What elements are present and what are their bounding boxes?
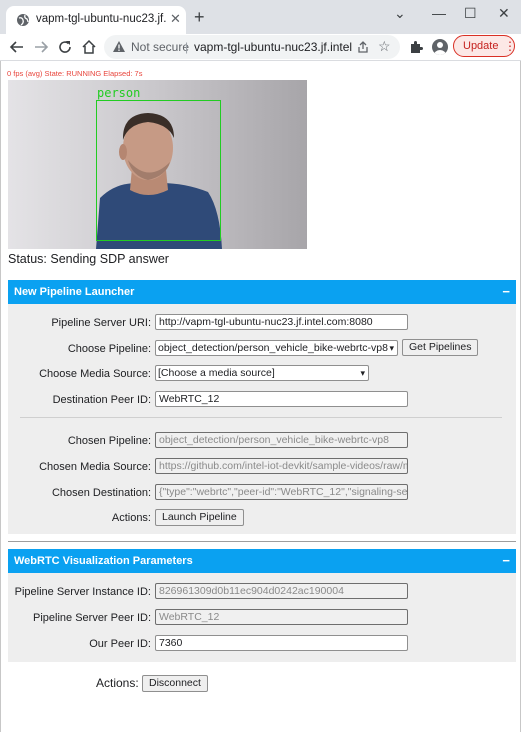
chosen-dest-label: Chosen Destination: bbox=[51, 487, 151, 499]
close-icon[interactable]: ✕ bbox=[170, 12, 181, 26]
address-bar[interactable]: Not secure | vapm-tgl-ubuntu-nuc23.jf.in… bbox=[104, 35, 400, 59]
server-peer-field[interactable]: WebRTC_12 bbox=[155, 609, 408, 625]
webrtc-panel-body: Pipeline Server Instance ID: 826961309d0… bbox=[8, 573, 516, 662]
dest-peer-input[interactable]: WebRTC_12 bbox=[155, 391, 408, 407]
launcher-divider bbox=[20, 417, 502, 418]
stats-line: 0 fps (avg) State: RUNNING Elapsed: 7s bbox=[7, 69, 143, 78]
chosen-pipeline-field[interactable]: object_detection/person_vehicle_bike-web… bbox=[155, 432, 408, 448]
back-icon[interactable] bbox=[8, 38, 26, 56]
detection-box bbox=[96, 100, 221, 241]
disconnect-button[interactable]: Disconnect bbox=[142, 675, 208, 692]
omnibox-separator: | bbox=[185, 40, 189, 54]
launcher-panel-header[interactable]: New Pipeline Launcher − bbox=[8, 280, 516, 304]
bottom-actions-label: Actions: bbox=[96, 676, 139, 690]
webrtc-panel-header[interactable]: WebRTC Visualization Parameters − bbox=[8, 549, 516, 573]
choose-media-label: Choose Media Source: bbox=[39, 368, 151, 380]
status-text: Status: Sending SDP answer bbox=[8, 252, 169, 266]
launcher-actions-label: Actions: bbox=[111, 512, 151, 524]
webrtc-panel-title: WebRTC Visualization Parameters bbox=[14, 555, 193, 567]
section-divider bbox=[8, 541, 516, 542]
tab-title: vapm-tgl-ubuntu-nuc23.jf.intel.com bbox=[36, 13, 166, 25]
maximize-button[interactable]: ☐ bbox=[464, 5, 477, 21]
home-icon[interactable] bbox=[80, 38, 98, 56]
browser-toolbar: Not secure | vapm-tgl-ubuntu-nuc23.jf.in… bbox=[0, 34, 521, 60]
media-source-select-value: [Choose a media source] bbox=[158, 367, 275, 379]
menu-icon[interactable]: ⋮ bbox=[504, 36, 516, 56]
server-uri-label: Pipeline Server URI: bbox=[51, 317, 151, 329]
server-peer-label: Pipeline Server Peer ID: bbox=[33, 612, 151, 624]
minimize-button[interactable]: — bbox=[432, 5, 446, 21]
globe-icon bbox=[17, 14, 29, 26]
window-close-button[interactable]: ✕ bbox=[498, 5, 510, 21]
star-icon[interactable]: ☆ bbox=[378, 38, 391, 54]
profile-icon[interactable] bbox=[432, 39, 448, 55]
chevron-down-icon: ▾ bbox=[360, 368, 365, 378]
dest-peer-label: Destination Peer ID: bbox=[52, 394, 151, 406]
our-peer-input[interactable]: 7360 bbox=[155, 635, 408, 651]
launcher-collapse-icon[interactable]: − bbox=[502, 280, 510, 304]
update-button[interactable]: Update ⋮ bbox=[453, 35, 516, 57]
not-secure-label[interactable]: Not secure bbox=[131, 40, 189, 54]
chosen-media-field[interactable]: https://github.com/intel-iot-devkit/samp… bbox=[155, 458, 408, 474]
instance-id-label: Pipeline Server Instance ID: bbox=[14, 586, 151, 598]
detection-label: person bbox=[97, 86, 141, 100]
pipeline-select-value: object_detection/person_vehicle_bike-web… bbox=[158, 342, 388, 354]
chosen-pipeline-label: Chosen Pipeline: bbox=[67, 435, 151, 447]
media-source-select[interactable]: [Choose a media source] ▾ bbox=[155, 365, 369, 381]
chosen-media-label: Chosen Media Source: bbox=[39, 461, 151, 473]
warning-icon[interactable] bbox=[112, 40, 126, 54]
webrtc-collapse-icon[interactable]: − bbox=[502, 549, 510, 573]
avatar bbox=[434, 42, 446, 55]
browser-tab[interactable]: vapm-tgl-ubuntu-nuc23.jf.intel.com ✕ bbox=[6, 6, 186, 34]
tab-search-icon[interactable]: ⌄ bbox=[394, 5, 406, 21]
launcher-panel-body: Pipeline Server URI: http://vapm-tgl-ubu… bbox=[8, 304, 516, 534]
url-text[interactable]: vapm-tgl-ubuntu-nuc23.jf.intel.com bbox=[194, 40, 352, 54]
update-label: Update bbox=[463, 40, 499, 52]
forward-icon[interactable] bbox=[32, 38, 50, 56]
chevron-down-icon: ▾ bbox=[389, 343, 394, 353]
tab-strip: vapm-tgl-ubuntu-nuc23.jf.intel.com ✕ + ⌄… bbox=[0, 0, 521, 34]
instance-id-field[interactable]: 826961309d0b11ec904d0242ac190004 bbox=[155, 583, 408, 599]
page-content: 0 fps (avg) State: RUNNING Elapsed: 7s p… bbox=[0, 61, 521, 732]
new-tab-button[interactable]: + bbox=[194, 7, 205, 27]
extensions-icon[interactable] bbox=[408, 39, 424, 55]
chosen-dest-field[interactable]: {"type":"webrtc","peer-id":"WebRTC_12","… bbox=[155, 484, 408, 500]
choose-pipeline-label: Choose Pipeline: bbox=[67, 343, 151, 355]
pipeline-select[interactable]: object_detection/person_vehicle_bike-web… bbox=[155, 340, 398, 356]
server-uri-input[interactable]: http://vapm-tgl-ubuntu-nuc23.jf.intel.co… bbox=[155, 314, 408, 330]
launcher-panel-title: New Pipeline Launcher bbox=[14, 286, 135, 298]
share-icon[interactable] bbox=[356, 40, 370, 54]
reload-icon[interactable] bbox=[56, 38, 74, 56]
get-pipelines-button[interactable]: Get Pipelines bbox=[402, 339, 479, 356]
launch-pipeline-button[interactable]: Launch Pipeline bbox=[155, 509, 244, 526]
our-peer-label: Our Peer ID: bbox=[89, 638, 151, 650]
video-stream: person bbox=[8, 80, 307, 249]
